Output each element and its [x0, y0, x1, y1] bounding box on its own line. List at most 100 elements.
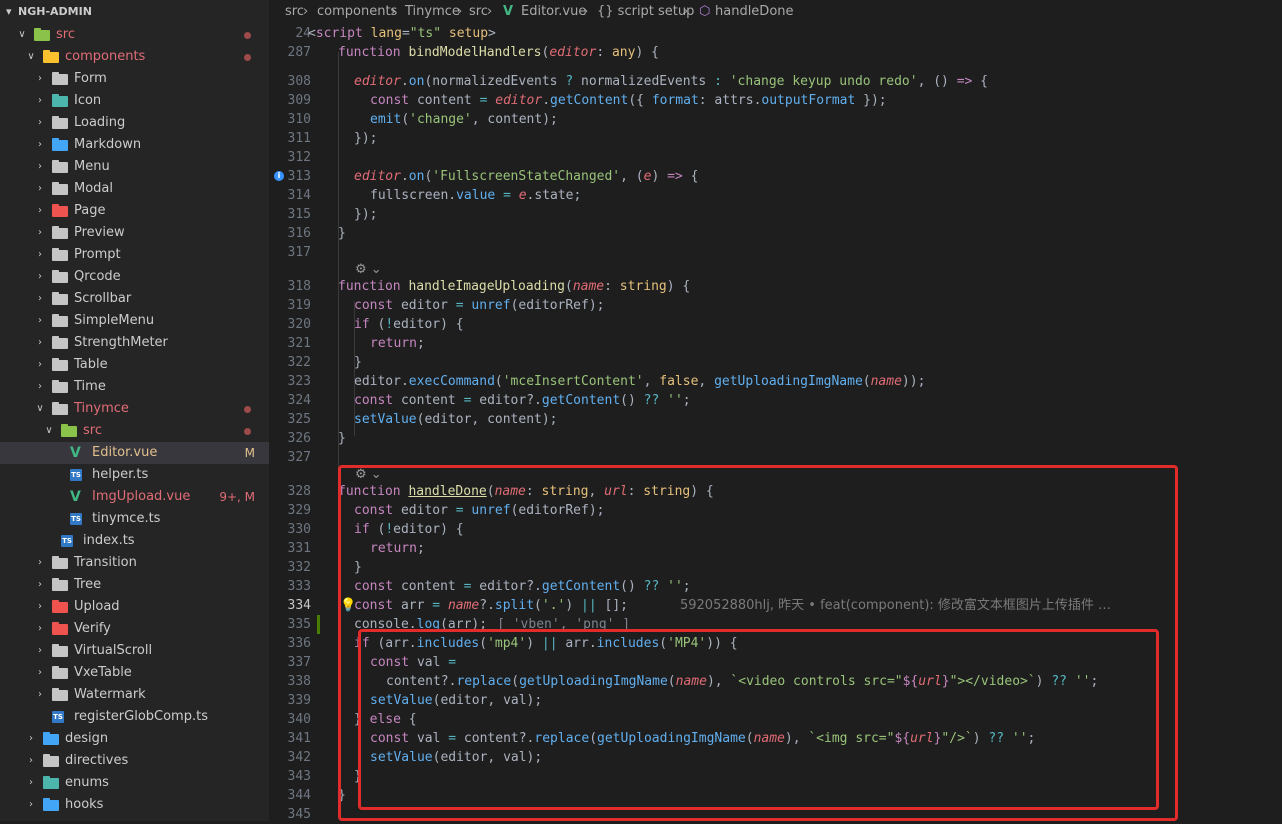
tree-item-label: Scrollbar — [74, 291, 132, 306]
tree-item[interactable]: › Scrollbar — [0, 288, 269, 310]
tree-item[interactable]: › Time — [0, 376, 269, 398]
tree-item[interactable]: › Markdown — [0, 134, 269, 156]
code-text: editor.on(normalizedEvents ? normalizedE… — [354, 74, 989, 89]
tree-item-label: Table — [74, 357, 108, 372]
tree-item[interactable]: › Preview — [0, 222, 269, 244]
code-line[interactable]: 322} — [269, 353, 1282, 372]
tree-item[interactable]: › Page — [0, 200, 269, 222]
tree-item[interactable]: › directives — [0, 750, 269, 772]
tree-item[interactable]: › SimpleMenu — [0, 310, 269, 332]
tree-item[interactable]: › StrengthMeter — [0, 332, 269, 354]
folder-icon — [43, 732, 59, 745]
code-line[interactable]: 309 const content = editor.getContent({ f… — [269, 91, 1282, 110]
tree-item-label: Page — [74, 203, 106, 218]
breadcrumb-item[interactable]: src — [469, 0, 488, 24]
code-line[interactable]: 318 function handleImageUploading(name: s… — [269, 277, 1282, 296]
breadcrumb-item[interactable]: handleDone — [715, 0, 794, 24]
tree-item[interactable]: › Watermark — [0, 684, 269, 706]
tree-item[interactable]: › Upload — [0, 596, 269, 618]
tree-item[interactable]: TS index.ts — [0, 530, 269, 552]
code-text: }); — [354, 207, 378, 222]
breadcrumb-item[interactable]: components — [317, 0, 397, 24]
code-line[interactable]: 317 — [269, 243, 1282, 262]
chevron-right-icon: › — [683, 4, 689, 19]
tree-item[interactable]: › Icon — [0, 90, 269, 112]
typescript-file-icon: TS — [61, 535, 73, 547]
chevron-right-icon: › — [391, 4, 397, 19]
tree-item[interactable]: › VxeTable — [0, 662, 269, 684]
vue-file-icon: V — [70, 489, 81, 505]
tree-item-label: Loading — [74, 115, 126, 130]
code-text: const content = editor.getContent({ form… — [370, 93, 887, 108]
line-number: 316 — [287, 226, 311, 241]
tree-item[interactable]: › Tree — [0, 574, 269, 596]
tree-item[interactable]: TS tinymce.ts — [0, 508, 269, 530]
tree-item[interactable]: › Qrcode — [0, 266, 269, 288]
folder-icon — [61, 424, 77, 437]
code-line[interactable]: 323 editor.execCommand('mceInsertContent'… — [269, 372, 1282, 391]
tree-item[interactable]: TS helper.ts — [0, 464, 269, 486]
line-number: 320 — [287, 317, 311, 332]
tree-item-label: Tinymce — [74, 401, 129, 416]
code-line[interactable]: 24 <script lang="ts" setup> — [269, 24, 1282, 43]
line-number: 340 — [287, 712, 311, 727]
code-line[interactable]: 325 setValue(editor, content); — [269, 410, 1282, 429]
tree-item[interactable]: › VirtualScroll — [0, 640, 269, 662]
code-line[interactable]: 308 editor.on(normalizedEvents ? normaliz… — [269, 72, 1282, 91]
tree-item[interactable]: › Menu — [0, 156, 269, 178]
tree-item[interactable]: › hooks — [0, 794, 269, 816]
tree-item[interactable]: › Verify — [0, 618, 269, 640]
tree-item[interactable]: › Form — [0, 68, 269, 90]
tree-item[interactable]: ∨ src — [0, 24, 269, 46]
highlight-box-inner — [358, 629, 1159, 810]
breadcrumb-item[interactable]: Tinymce — [405, 0, 460, 24]
line-number: 24 — [295, 26, 311, 41]
code-line[interactable]: 315}); — [269, 205, 1282, 224]
code-line[interactable]: 324 const content = editor?.getContent() … — [269, 391, 1282, 410]
code-lens-icon[interactable]: ⚙ ⌄ — [355, 262, 382, 277]
folder-icon — [52, 94, 68, 107]
code-editor[interactable]: src › components › Tinymce › src › V Edi… — [269, 0, 1282, 822]
breadcrumb-item[interactable]: Editor.vue — [521, 0, 586, 24]
tree-item[interactable]: ∨ components — [0, 46, 269, 68]
code-line[interactable]: 287 function bindModelHandlers(editor: an… — [269, 43, 1282, 62]
tree-item[interactable]: V ImgUpload.vue 9+, M — [0, 486, 269, 508]
code-line[interactable]: 313 editor.on('FullscreenStateChanged', (… — [269, 167, 1282, 186]
tree-item[interactable]: › Transition — [0, 552, 269, 574]
tree-item[interactable]: › Modal — [0, 178, 269, 200]
tree-item-label: tinymce.ts — [92, 511, 161, 526]
chevron-right-icon: › — [38, 293, 42, 304]
code-line[interactable]: 310 emit('change', content); — [269, 110, 1282, 129]
code-line[interactable]: 326} — [269, 429, 1282, 448]
code-line[interactable]: 320 if (!editor) { — [269, 315, 1282, 334]
code-line[interactable]: 311}); — [269, 129, 1282, 148]
breadcrumb-item[interactable]: src — [285, 0, 304, 24]
breadcrumb-item[interactable]: {} script setup — [597, 0, 694, 24]
code-line[interactable]: 316} — [269, 224, 1282, 243]
tree-item[interactable]: › Prompt — [0, 244, 269, 266]
tree-item[interactable]: › Loading — [0, 112, 269, 134]
chevron-down-icon: ▾ — [6, 5, 12, 18]
code-line[interactable]: 314 fullscreen.value = e.state; — [269, 186, 1282, 205]
tree-item[interactable]: › enums — [0, 772, 269, 794]
chevron-right-icon: › — [29, 777, 33, 788]
explorer-root-header[interactable]: ▾ NGH-ADMIN — [0, 0, 269, 24]
tree-item[interactable]: TS registerGlobComp.ts — [0, 706, 269, 728]
code-line[interactable]: 321 return; — [269, 334, 1282, 353]
folder-icon — [52, 336, 68, 349]
chevron-right-icon: › — [583, 4, 589, 19]
explorer-root-label: NGH-ADMIN — [18, 5, 92, 18]
code-line[interactable]: 312 — [269, 148, 1282, 167]
code-line[interactable]: 319 const editor = unref(editorRef); — [269, 296, 1282, 315]
chevron-right-icon: › — [38, 623, 42, 634]
tree-item[interactable]: › design — [0, 728, 269, 750]
tree-item[interactable]: V Editor.vue M — [0, 442, 269, 464]
tree-item[interactable]: › Table — [0, 354, 269, 376]
tree-item[interactable]: ∨ src — [0, 420, 269, 442]
tree-item-label: Transition — [74, 555, 137, 570]
tree-item[interactable]: ∨ Tinymce — [0, 398, 269, 420]
code-text: <script lang="ts" setup> — [308, 26, 496, 41]
modified-dot-icon — [244, 428, 251, 435]
info-icon[interactable]: i — [274, 171, 284, 181]
folder-icon — [52, 182, 68, 195]
